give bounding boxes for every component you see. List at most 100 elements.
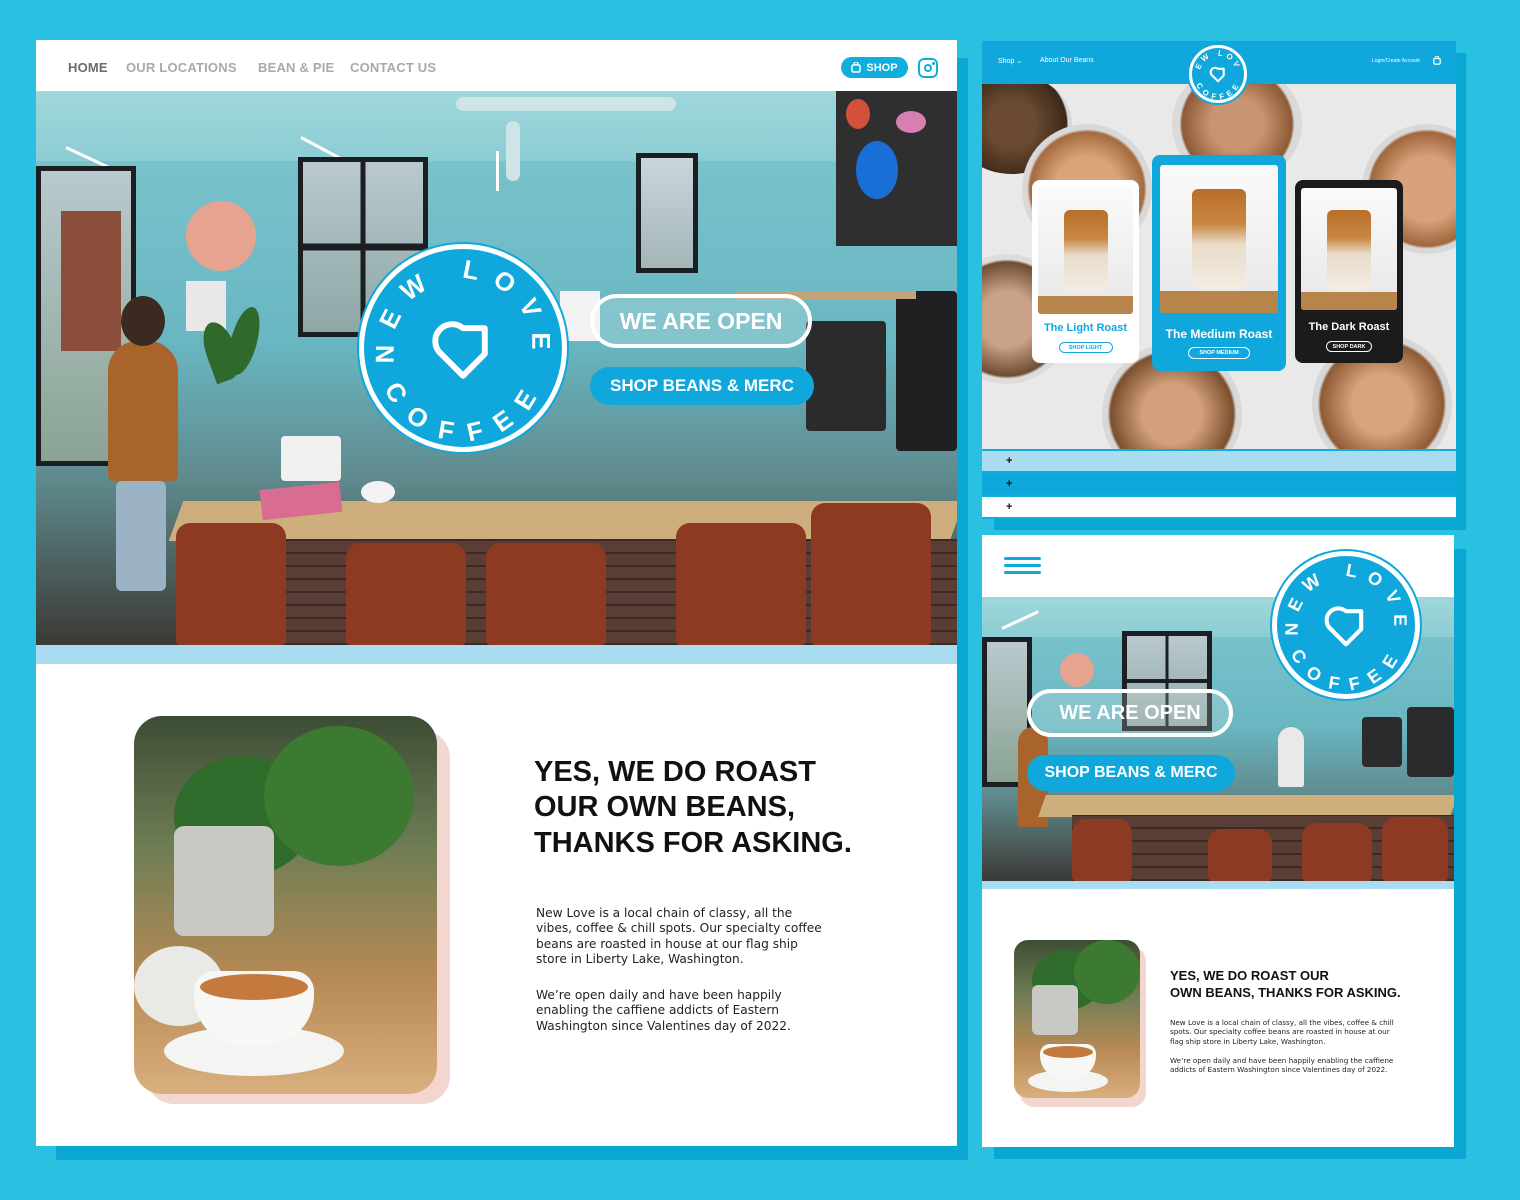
wall-logo-sign xyxy=(1060,653,1094,687)
plant xyxy=(264,726,414,866)
chevron-down-icon: ⌄ xyxy=(1016,58,1023,65)
grinder xyxy=(896,291,957,451)
mural-shape xyxy=(856,141,898,199)
headline-line: YES, WE DO ROAST OUR xyxy=(1170,968,1329,983)
wood-board xyxy=(1038,296,1133,314)
new-love-coffee-logo: NEW LOVE COFFEE xyxy=(1189,45,1247,103)
espresso-machine xyxy=(806,321,886,431)
shopping-bag-icon xyxy=(851,62,862,73)
paragraph-line: addicts of Eastern Washington since Vale… xyxy=(1170,1065,1388,1075)
svg-text:COFFEE: COFFEE xyxy=(1194,81,1241,100)
paragraph-line: flag ship store in Liberty Lake, Washing… xyxy=(1170,1036,1326,1046)
customer-figure xyxy=(108,341,178,481)
latte-plant-photo xyxy=(1014,940,1140,1098)
wood-board xyxy=(1301,292,1397,310)
bar-stool xyxy=(346,543,466,645)
bar-stool xyxy=(1382,817,1448,881)
nav-home[interactable]: HOME xyxy=(68,60,108,75)
svg-text:COFFEE: COFFEE xyxy=(379,377,548,447)
building xyxy=(61,211,121,351)
about-headline: YES, WE DO ROAST OUR OWN BEANS, THANKS F… xyxy=(534,755,852,861)
nav-bean-pie[interactable]: BEAN & PIE xyxy=(258,60,334,75)
medium-roast-card[interactable]: The Medium Roast SHOP MEDIUM xyxy=(1152,155,1286,371)
bar-counter xyxy=(1037,795,1454,817)
tablet-homepage: WE ARE OPEN SHOP BEANS & MERC NEW LOVE C… xyxy=(982,535,1454,1147)
latte-art xyxy=(200,974,308,1000)
about-headline: YES, WE DO ROAST OUR OWN BEANS, THANKS F… xyxy=(1170,968,1401,1002)
iced-latte-can xyxy=(1192,189,1246,289)
iced-latte-can xyxy=(1063,210,1108,292)
nav-our-locations[interactable]: OUR LOCATIONS xyxy=(126,60,237,75)
planter xyxy=(1032,985,1078,1035)
shop-beans-merc-button[interactable]: SHOP BEANS & MERC xyxy=(1027,755,1235,791)
shop-beans-page: Shop ⌄ About Our Beans Login/Create Acco… xyxy=(982,41,1456,519)
mural-shape xyxy=(896,111,926,133)
paragraph-line: New Love is a local chain of classy, all… xyxy=(536,906,793,920)
hamburger-menu-icon[interactable] xyxy=(1004,557,1041,575)
light-roast-card[interactable]: The Light Roast SHOP LIGHT xyxy=(1032,180,1139,363)
plus-icon: + xyxy=(1006,455,1013,467)
logo-text-bottom: COFFEE xyxy=(1287,645,1398,694)
heart-icon xyxy=(432,321,488,379)
customer-head xyxy=(121,296,165,346)
about-paragraph-2: We’re open daily and have been happily e… xyxy=(536,988,791,1034)
window-right xyxy=(636,153,698,273)
bar-stool xyxy=(811,503,931,645)
we-are-open-badge: WE ARE OPEN xyxy=(590,294,812,348)
accordion-row[interactable]: + xyxy=(982,474,1456,494)
logo-ring-text: NEW LOVE COFFEE xyxy=(372,256,555,447)
logo-text-bottom: COFFEE xyxy=(379,377,538,447)
shop-beans-merc-button[interactable]: SHOP BEANS & MERC xyxy=(590,367,814,405)
mural-shape xyxy=(846,99,870,129)
medium-roast-title: The Medium Roast xyxy=(1165,327,1273,341)
plus-icon: + xyxy=(1006,501,1013,513)
paragraph-line: beans are roasted in house at our flag s… xyxy=(536,936,798,951)
paragraph-line: We’re open daily and have been happily e… xyxy=(1170,1056,1394,1065)
about-our-beans-link[interactable]: About Our Beans xyxy=(1040,57,1094,64)
bar-stool xyxy=(486,543,606,645)
wall-mural xyxy=(836,91,957,246)
dark-roast-card[interactable]: The Dark Roast SHOP DARK xyxy=(1295,180,1403,363)
paragraph-line: spots. Our specialty coffee beans are ro… xyxy=(1170,1027,1390,1037)
about-paragraph-2: We’re open daily and have been happily e… xyxy=(1170,1056,1393,1075)
grinder xyxy=(1407,707,1454,777)
bar-stool xyxy=(676,523,806,645)
nav-contact-us[interactable]: CONTACT US xyxy=(350,60,436,75)
dark-roast-title: The Dark Roast xyxy=(1308,321,1390,333)
login-link[interactable]: Login/Create Account xyxy=(1372,58,1420,64)
instagram-icon[interactable] xyxy=(918,58,938,78)
heart-icon xyxy=(1209,66,1225,83)
svg-text:NEW LOVE: NEW LOVE xyxy=(372,256,555,364)
barista-figure xyxy=(1278,727,1304,787)
shop-button[interactable]: SHOP xyxy=(841,57,908,78)
medium-roast-photo xyxy=(1160,165,1278,313)
shop-medium-button[interactable]: SHOP MEDIUM xyxy=(1188,347,1250,359)
wall-logo-sign xyxy=(186,201,256,271)
accordion-row[interactable]: + xyxy=(982,451,1456,471)
logo-ring-text: NEW LOVE COFFEE xyxy=(1192,48,1241,100)
bar-stool xyxy=(1072,819,1132,881)
shop-dark-button[interactable]: SHOP DARK xyxy=(1326,341,1372,352)
shop-light-button[interactable]: SHOP LIGHT xyxy=(1058,342,1113,353)
paragraph-line: store in Liberty Lake, Washington. xyxy=(536,951,744,966)
shopping-bag-icon[interactable] xyxy=(1433,56,1441,65)
hero-stripe xyxy=(36,645,957,664)
paragraph-line: Washington since Valentines day of 2022. xyxy=(536,1018,791,1033)
accordion-row[interactable]: + xyxy=(982,497,1456,517)
latte-plant-photo xyxy=(134,716,437,1094)
duct xyxy=(506,121,520,181)
logo-text-bottom: COFFEE xyxy=(1194,81,1239,100)
headline-line: OWN BEANS, THANKS FOR ASKING. xyxy=(1170,984,1401,1000)
shop-menu[interactable]: Shop ⌄ xyxy=(998,57,1022,65)
bar-stool xyxy=(1208,829,1272,881)
plus-icon: + xyxy=(1006,478,1013,490)
hero-cafe-photo: NEW LOVE COFFEE WE ARE OPEN SHOP BEANS &… xyxy=(36,91,957,645)
light-roast-title: The Light Roast xyxy=(1043,322,1128,334)
plant xyxy=(1074,940,1140,1004)
svg-text:NEW LOVE: NEW LOVE xyxy=(1282,560,1411,636)
duct xyxy=(456,97,676,111)
headline-line: THANKS FOR ASKING. xyxy=(534,826,852,859)
hero-stripe xyxy=(982,881,1454,889)
new-love-coffee-logo: NEW LOVE COFFEE xyxy=(359,244,567,452)
new-love-coffee-logo: NEW LOVE COFFEE xyxy=(1272,551,1420,699)
